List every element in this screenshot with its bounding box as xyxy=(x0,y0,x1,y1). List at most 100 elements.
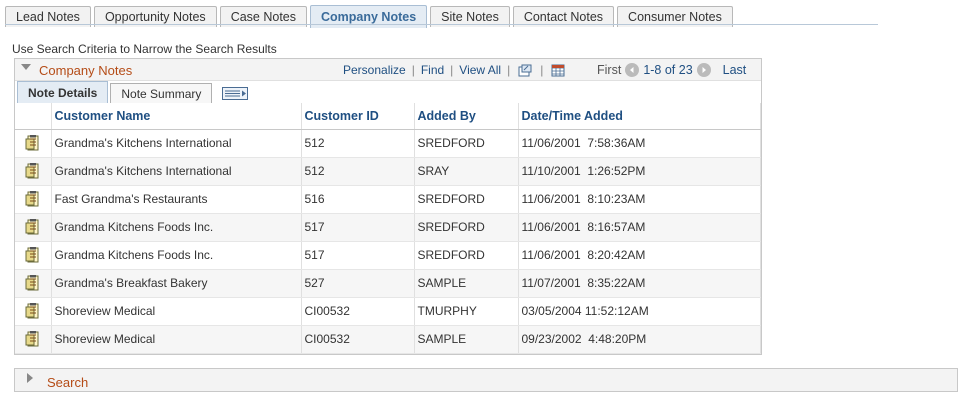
date-time-cell: 11/06/2001 8:16:57AM xyxy=(518,213,761,242)
customer-name-cell: Fast Grandma's Restaurants xyxy=(51,185,302,214)
note-detail-icon[interactable] xyxy=(25,247,41,263)
previous-page-icon[interactable] xyxy=(625,63,640,77)
customer-name-cell: Grandma Kitchens Foods Inc. xyxy=(51,213,302,242)
page-range: 1-8 of 23 xyxy=(643,63,693,77)
tab-label: Contact Notes xyxy=(523,10,604,24)
download-spreadsheet-icon[interactable] xyxy=(551,64,565,77)
tab-label: Lead Notes xyxy=(16,10,80,24)
date-time-cell: 03/05/2004 11:52:12AM xyxy=(518,297,761,326)
column-header-date-time-added[interactable]: Date/Time Added xyxy=(518,103,761,130)
customer-name-cell: Grandma's Kitchens International xyxy=(51,129,302,158)
grid-title: Company Notes xyxy=(39,63,133,78)
separator: | xyxy=(507,63,511,77)
first-label: First xyxy=(597,63,622,77)
table-row: Grandma's Kitchens International 512 SRE… xyxy=(15,129,761,158)
tab-note-details[interactable]: Note Details xyxy=(17,81,109,103)
note-detail-icon[interactable] xyxy=(25,163,41,179)
collapse-triangle-icon[interactable] xyxy=(21,63,31,70)
customer-name-cell: Shoreview Medical xyxy=(51,297,302,326)
tab-label: Company Notes xyxy=(321,10,417,24)
added-by-cell: SREDFORD xyxy=(414,185,519,214)
pager: First 1-8 of 23 Last xyxy=(597,63,746,77)
new-window-icon[interactable] xyxy=(518,64,532,77)
note-cell xyxy=(15,297,52,326)
company-notes-grid: Company Notes Personalize | Find | View … xyxy=(14,58,762,355)
note-cell xyxy=(15,325,52,354)
note-cell xyxy=(15,213,52,242)
added-by-cell: TMURPHY xyxy=(414,297,519,326)
table-row: Shoreview Medical CI00532 SAMPLE 09/23/2… xyxy=(15,325,761,354)
table-row: Grandma's Breakfast Bakery 527 SAMPLE 11… xyxy=(15,269,761,298)
tab-divider xyxy=(5,24,878,25)
separator: | xyxy=(450,63,454,77)
note-detail-icon[interactable] xyxy=(25,303,41,319)
subtab-label: Note Details xyxy=(28,85,98,100)
column-header-customer-id[interactable]: Customer ID xyxy=(301,103,415,130)
customer-id-cell: CI00532 xyxy=(301,325,415,354)
date-time-cell: 09/23/2002 4:48:20PM xyxy=(518,325,761,354)
table-row: Grandma's Kitchens International 512 SRA… xyxy=(15,157,761,186)
customer-id-cell: 512 xyxy=(301,157,415,186)
note-cell xyxy=(15,129,52,158)
expand-triangle-icon[interactable] xyxy=(27,373,33,383)
note-cell xyxy=(15,241,52,270)
note-cell xyxy=(15,185,52,214)
customer-id-cell: 516 xyxy=(301,185,415,214)
added-by-cell: SREDFORD xyxy=(414,213,519,242)
separator: | xyxy=(411,63,415,77)
table-row: Grandma Kitchens Foods Inc. 517 SREDFORD… xyxy=(15,241,761,270)
next-page-icon[interactable] xyxy=(696,63,711,77)
customer-id-cell: 512 xyxy=(301,129,415,158)
note-detail-icon[interactable] xyxy=(25,191,41,207)
search-section-title[interactable]: Search xyxy=(47,375,88,390)
added-by-cell: SREDFORD xyxy=(414,241,519,270)
added-by-cell: SAMPLE xyxy=(414,325,519,354)
table-row: Shoreview Medical CI00532 TMURPHY 03/05/… xyxy=(15,297,761,326)
date-time-cell: 11/06/2001 7:58:36AM xyxy=(518,129,761,158)
table-header-row: Customer Name Customer ID Added By Date/… xyxy=(15,103,761,130)
customer-id-cell: 517 xyxy=(301,213,415,242)
date-time-cell: 11/06/2001 8:10:23AM xyxy=(518,185,761,214)
instruction-text: Use Search Criteria to Narrow the Search… xyxy=(12,42,277,56)
show-all-columns-icon[interactable] xyxy=(222,87,249,100)
last-link[interactable]: Last xyxy=(723,63,747,77)
note-detail-icon[interactable] xyxy=(25,219,41,235)
tab-label: Opportunity Notes xyxy=(104,10,206,24)
note-cell xyxy=(15,157,52,186)
view-all-link[interactable]: View All xyxy=(459,63,501,77)
column-header-customer-name[interactable]: Customer Name xyxy=(51,103,302,130)
separator: | xyxy=(540,63,544,77)
added-by-cell: SREDFORD xyxy=(414,129,519,158)
note-cell xyxy=(15,269,52,298)
note-detail-icon[interactable] xyxy=(25,331,41,347)
customer-id-cell: 517 xyxy=(301,241,415,270)
icon-column-header xyxy=(15,103,52,130)
subtab-label: Note Summary xyxy=(121,86,202,101)
tab-label: Case Notes xyxy=(230,10,296,24)
table-row: Grandma Kitchens Foods Inc. 517 SREDFORD… xyxy=(15,213,761,242)
column-header-added-by[interactable]: Added By xyxy=(414,103,519,130)
tab-label: Consumer Notes xyxy=(628,10,722,24)
added-by-cell: SRAY xyxy=(414,157,519,186)
date-time-cell: 11/06/2001 8:20:42AM xyxy=(518,241,761,270)
notes-table: Customer Name Customer ID Added By Date/… xyxy=(15,103,761,354)
added-by-cell: SAMPLE xyxy=(414,269,519,298)
table-row: Fast Grandma's Restaurants 516 SREDFORD … xyxy=(15,185,761,214)
grid-header: Company Notes Personalize | Find | View … xyxy=(15,59,761,81)
customer-name-cell: Grandma Kitchens Foods Inc. xyxy=(51,241,302,270)
date-time-cell: 11/10/2001 1:26:52PM xyxy=(518,157,761,186)
search-section-header[interactable]: Search xyxy=(14,368,958,392)
customer-id-cell: CI00532 xyxy=(301,297,415,326)
customer-name-cell: Grandma's Kitchens International xyxy=(51,157,302,186)
customer-id-cell: 527 xyxy=(301,269,415,298)
find-link[interactable]: Find xyxy=(421,63,444,77)
note-detail-icon[interactable] xyxy=(25,135,41,151)
tab-label: Site Notes xyxy=(441,10,499,24)
grid-toolbar: Personalize | Find | View All | | xyxy=(343,63,567,77)
date-time-cell: 11/07/2001 8:35:22AM xyxy=(518,269,761,298)
personalize-link[interactable]: Personalize xyxy=(343,63,406,77)
customer-name-cell: Grandma's Breakfast Bakery xyxy=(51,269,302,298)
customer-name-cell: Shoreview Medical xyxy=(51,325,302,354)
note-detail-icon[interactable] xyxy=(25,275,41,291)
tab-note-summary[interactable]: Note Summary xyxy=(110,83,213,103)
